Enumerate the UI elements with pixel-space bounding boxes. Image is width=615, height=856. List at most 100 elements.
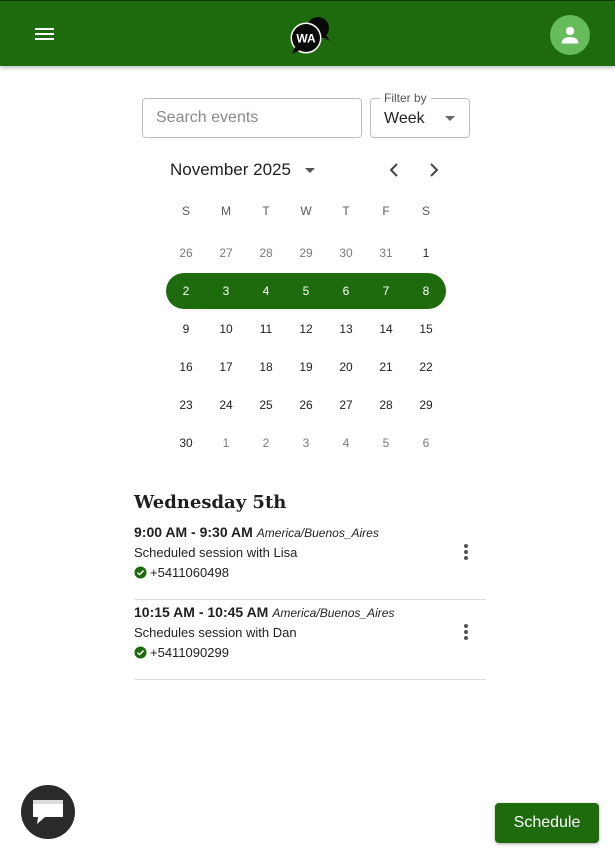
avatar[interactable] [550,15,590,55]
event-item[interactable]: 9:00 AM - 9:30 AM America/Buenos_Aires Sc… [134,520,486,600]
calendar-day[interactable]: 3 [206,273,246,309]
calendar-day[interactable]: 13 [326,311,366,347]
calendar-day[interactable]: 14 [366,311,406,347]
check-circle-icon [134,566,147,579]
calendar-day[interactable]: 6 [406,425,446,461]
calendar-day[interactable]: 15 [406,311,446,347]
month-selector[interactable]: November 2025 [162,156,323,184]
calendar-week: 16 17 18 19 20 21 22 [166,349,446,385]
weekday-label: S [181,204,190,218]
calendar-day[interactable]: 18 [246,349,286,385]
person-icon [561,26,579,44]
calendar-day[interactable]: 16 [166,349,206,385]
calendar-day[interactable]: 30 [166,425,206,461]
month-label: November 2025 [170,160,291,179]
calendar-week: 23 24 25 26 27 28 29 [166,387,446,423]
filter-value: Week [384,110,425,127]
calendar-day[interactable]: 21 [366,349,406,385]
calendar-day[interactable]: 10 [206,311,246,347]
calendar-day[interactable]: 2 [246,425,286,461]
weekday-header: S M T W T F S [166,204,446,224]
calendar-week: 26 27 28 29 30 31 1 [166,235,446,271]
chevron-left-icon [389,163,398,177]
calendar-day[interactable]: 29 [406,387,446,423]
calendar-day[interactable]: 5 [366,425,406,461]
event-phone-row: +5411060498 [134,565,229,580]
check-circle-icon [134,646,147,659]
calendar-day[interactable]: 27 [206,235,246,271]
calendar-day[interactable]: 28 [366,387,406,423]
calendar-day[interactable]: 3 [286,425,326,461]
event-title: Schedules session with Dan [134,625,297,640]
calendar-day[interactable]: 24 [206,387,246,423]
calendar-week: 9 10 11 12 13 14 15 [166,311,446,347]
chat-icon [33,800,63,824]
more-vert-icon [464,544,468,560]
event-timezone: America/Buenos_Aires [272,606,395,620]
next-month-button[interactable] [422,158,446,182]
app-logo: WA [288,13,332,57]
weekday-label: T [342,204,350,218]
calendar-day[interactable]: 2 [166,273,206,309]
hamburger-icon-line [35,33,54,35]
event-phone: +5411090299 [150,645,229,660]
calendar-day[interactable]: 5 [286,273,326,309]
calendar-day[interactable]: 9 [166,311,206,347]
filter-label: Filter by [380,91,431,105]
calendar-day[interactable]: 26 [286,387,326,423]
more-options-button[interactable] [456,542,476,562]
weekday-label: S [421,204,430,218]
calendar-day[interactable]: 23 [166,387,206,423]
calendar-day[interactable]: 29 [286,235,326,271]
hamburger-icon-line [35,38,54,40]
weekday-label: F [382,204,390,218]
calendar-day[interactable]: 30 [326,235,366,271]
event-time-row: 9:00 AM - 9:30 AM America/Buenos_Aires [134,524,379,540]
calendar-day[interactable]: 25 [246,387,286,423]
previous-month-button[interactable] [382,158,406,182]
calendar-day[interactable]: 28 [246,235,286,271]
schedule-button[interactable]: Schedule [495,803,599,843]
calendar-day[interactable]: 8 [406,273,446,309]
calendar-day[interactable]: 1 [406,235,446,271]
event-time-row: 10:15 AM - 10:45 AM America/Buenos_Aires [134,604,394,620]
calendar-day[interactable]: 19 [286,349,326,385]
calendar-day[interactable]: 6 [326,273,366,309]
logo-text: WA [296,32,316,46]
filter-select[interactable]: Filter by Week [370,91,470,138]
menu-button[interactable] [34,25,56,43]
hamburger-icon [35,28,54,30]
chat-button[interactable] [21,785,75,839]
calendar-day[interactable]: 31 [366,235,406,271]
event-time: 9:00 AM - 9:30 AM [134,524,253,540]
calendar-day[interactable]: 4 [326,425,366,461]
calendar-day[interactable]: 22 [406,349,446,385]
more-options-button[interactable] [456,622,476,642]
calendar-day[interactable]: 7 [366,273,406,309]
calendar-week-selected: 2345678 [166,273,446,309]
calendar-day[interactable]: 12 [286,311,326,347]
event-item[interactable]: 10:15 AM - 10:45 AM America/Buenos_Aires … [134,600,486,680]
calendar-day[interactable]: 4 [246,273,286,309]
more-vert-icon [464,624,468,640]
calendar-day[interactable]: 11 [246,311,286,347]
event-phone: +5411060498 [150,565,229,580]
weekday-label: T [262,204,270,218]
weekday-label: W [300,204,312,218]
weekday-label: M [221,204,231,218]
chat-bubbles-logo-icon: WA [290,17,330,54]
event-phone-row: +5411090299 [134,645,229,660]
calendar-day[interactable]: 27 [326,387,366,423]
search-input[interactable] [142,98,362,138]
caret-down-icon [304,167,315,173]
calendar-day[interactable]: 1 [206,425,246,461]
calendar-day[interactable]: 17 [206,349,246,385]
calendar-week: 30 1 2 3 4 5 6 [166,425,446,461]
app-bar: WA [0,0,615,66]
day-heading: Wednesday 5th [134,492,287,513]
calendar-day[interactable]: 26 [166,235,206,271]
event-title: Scheduled session with Lisa [134,545,298,560]
caret-down-icon [445,116,455,121]
calendar-day[interactable]: 20 [326,349,366,385]
event-time: 10:15 AM - 10:45 AM [134,604,269,620]
